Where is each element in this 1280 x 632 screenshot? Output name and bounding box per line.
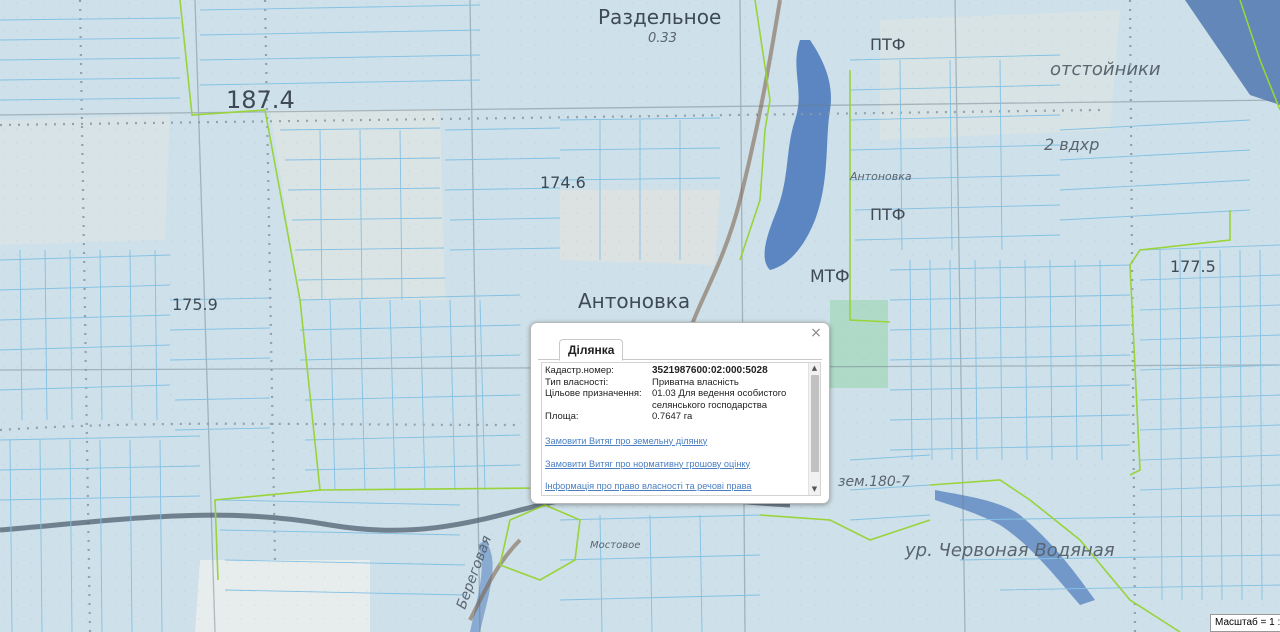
map-label-otstoyniki: отстойники [1050, 59, 1161, 80]
field-value: 0.7647 га [652, 411, 693, 422]
map-label-elevation: 0.33 [648, 31, 677, 46]
field-value: 01.03 Для ведення особистого селянського… [652, 388, 787, 411]
map-label-reservoir: 2 вдхр [1044, 135, 1099, 154]
map-label-elevation: 177.5 [1170, 257, 1216, 276]
map-label-village: Антоновка [849, 170, 912, 183]
map-label-elevation: 187.4 [226, 86, 295, 114]
field-area: Площа: 0.7647 га [545, 411, 807, 423]
order-valuation-extract-link[interactable]: Замовити Витяг про нормативну грошову оц… [545, 459, 807, 469]
map-label-elevation: 175.9 [172, 295, 218, 314]
field-value: 3521987600:02:000:5028 [652, 365, 768, 376]
map-label-ptf: ПТФ [870, 35, 906, 54]
scale-indicator: Масштаб = 1 : 1 [1210, 614, 1280, 632]
popup-scrollbar[interactable]: ▲ ▼ [808, 363, 820, 495]
parcel-info: Кадастр.номер: 3521987600:02:000:5028 Ти… [545, 365, 807, 491]
scroll-down-icon[interactable]: ▼ [809, 484, 820, 495]
ownership-info-link[interactable]: Інформація про право власності та речові… [545, 481, 807, 491]
field-label: Тип власності: [545, 376, 609, 388]
map-label-village: Мостовое [590, 540, 640, 551]
field-ownership-type: Тип власності: Приватна власність [545, 377, 807, 389]
map-label-mtf: МТФ [810, 267, 850, 287]
field-label: Цільове призначення: [545, 388, 642, 399]
map-label-antonovka: Антоновка [578, 289, 690, 313]
map-label-land: зем.180-7 [838, 474, 910, 490]
map-layer: Раздельное 0.33 ПТФ отстойники 187.4 174… [0, 0, 1280, 632]
tab-parcel[interactable]: Ділянка [559, 339, 624, 361]
map-label-razdelnoe: Раздельное [598, 5, 721, 29]
map-label-tract: ур. Червоная Водяная [904, 540, 1115, 561]
map-label-elevation: 174.6 [540, 173, 586, 192]
order-land-extract-link[interactable]: Замовити Витяг про земельну ділянку [545, 436, 807, 446]
popup-tab-bar: Ділянка [538, 338, 822, 361]
parcel-popup: × Ділянка Кадастр.номер: 3521987600:02:0… [530, 322, 830, 504]
field-label: Кадастр.номер: [545, 365, 614, 376]
popup-body: Кадастр.номер: 3521987600:02:000:5028 Ти… [541, 362, 821, 496]
field-value: Приватна власність [652, 376, 739, 388]
map-label-ptf: ПТФ [870, 205, 906, 224]
dot-texture [0, 0, 1280, 632]
field-purpose: Цільове призначення: 01.03 Для ведення о… [545, 388, 807, 411]
scroll-thumb[interactable] [811, 375, 819, 472]
scroll-up-icon[interactable]: ▲ [809, 363, 820, 374]
field-label: Площа: [545, 411, 579, 422]
field-cadastral-number: Кадастр.номер: 3521987600:02:000:5028 [545, 365, 807, 377]
map-canvas[interactable]: Раздельное 0.33 ПТФ отстойники 187.4 174… [0, 0, 1280, 632]
